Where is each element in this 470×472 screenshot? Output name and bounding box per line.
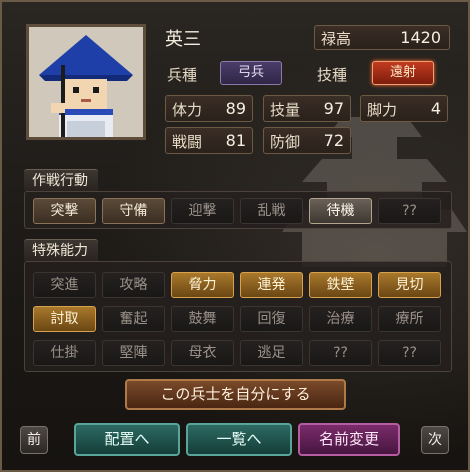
tactic-melee[interactable]: 乱戦: [240, 198, 303, 224]
ability-clinic[interactable]: 療所: [378, 306, 441, 332]
deploy-button[interactable]: 配置へ: [74, 423, 180, 456]
tactics-section: 突撃 守備 迎撃 乱戦 待機 ??: [24, 191, 452, 229]
abilities-section: 突進 攻略 脅力 連発 鉄壁 見切 討取 奮起 鼓舞 回復 治療 療所 仕掛 堅…: [24, 261, 452, 372]
ability-inspire[interactable]: 鼓舞: [171, 306, 234, 332]
ability-escape[interactable]: 逃足: [240, 340, 303, 366]
list-button[interactable]: 一覧へ: [186, 423, 292, 456]
ability-evade[interactable]: 見切: [378, 272, 441, 298]
rename-button[interactable]: 名前変更: [298, 423, 400, 456]
skill-type-label: 技種: [317, 66, 348, 84]
ability-heal[interactable]: 治療: [309, 306, 372, 332]
tactic-unknown[interactable]: ??: [378, 198, 441, 224]
prev-button[interactable]: 前: [20, 426, 48, 454]
ability-trap[interactable]: 仕掛: [33, 340, 96, 366]
make-own-soldier-button[interactable]: この兵士を自分にする: [125, 379, 346, 410]
stat-legs-value: 4: [430, 99, 441, 118]
next-button[interactable]: 次: [421, 426, 449, 454]
ability-unknown-2[interactable]: ??: [378, 340, 441, 366]
stipend-box: 禄高 1420: [314, 25, 450, 50]
tactic-charge[interactable]: 突撃: [33, 198, 96, 224]
stat-stamina-value: 89: [225, 99, 246, 118]
ability-slay[interactable]: 討取: [33, 306, 96, 332]
tactic-guard[interactable]: 守備: [102, 198, 165, 224]
stat-legs: 脚力 4: [360, 95, 448, 122]
castle-background-image: [282, 117, 467, 267]
ability-recover[interactable]: 回復: [240, 306, 303, 332]
stat-skill-label: 技量: [270, 101, 301, 119]
unit-name: 英三: [165, 29, 201, 50]
stipend-value: 1420: [400, 28, 441, 47]
stat-stamina: 体力 89: [165, 95, 253, 122]
ability-horo[interactable]: 母衣: [171, 340, 234, 366]
stat-defense: 防御 72: [263, 127, 351, 154]
abilities-section-title: 特殊能力: [24, 239, 98, 261]
tactic-standby[interactable]: 待機: [309, 198, 372, 224]
ability-rapid-fire[interactable]: 連発: [240, 272, 303, 298]
stat-combat-value: 81: [225, 131, 246, 150]
stipend-label: 禄高: [321, 30, 352, 48]
stat-combat-label: 戦闘: [172, 133, 203, 151]
skill-type-badge: 遠射: [372, 61, 434, 85]
stat-defense-label: 防御: [270, 133, 301, 151]
stat-combat: 戦闘 81: [165, 127, 253, 154]
unit-type-label: 兵種: [167, 66, 198, 84]
unit-detail-panel: 英三 禄高 1420 兵種 弓兵 技種 遠射 体力 89 技量 97 脚力 4 …: [0, 0, 470, 472]
stat-skill: 技量 97: [263, 95, 351, 122]
unit-portrait: [26, 24, 146, 140]
stat-legs-label: 脚力: [367, 101, 398, 119]
archer-portrait-image: [29, 27, 143, 137]
ability-dash[interactable]: 突進: [33, 272, 96, 298]
ability-strength[interactable]: 脅力: [171, 272, 234, 298]
unit-type-badge: 弓兵: [220, 61, 282, 85]
tactics-section-title: 作戦行動: [24, 169, 98, 191]
tactic-intercept[interactable]: 迎撃: [171, 198, 234, 224]
ability-rally[interactable]: 奮起: [102, 306, 165, 332]
stat-skill-value: 97: [323, 99, 344, 118]
stat-defense-value: 72: [323, 131, 344, 150]
ability-iron-wall[interactable]: 鉄壁: [309, 272, 372, 298]
ability-siege[interactable]: 攻略: [102, 272, 165, 298]
ability-unknown-1[interactable]: ??: [309, 340, 372, 366]
ability-firm-formation[interactable]: 堅陣: [102, 340, 165, 366]
stat-stamina-label: 体力: [172, 101, 203, 119]
